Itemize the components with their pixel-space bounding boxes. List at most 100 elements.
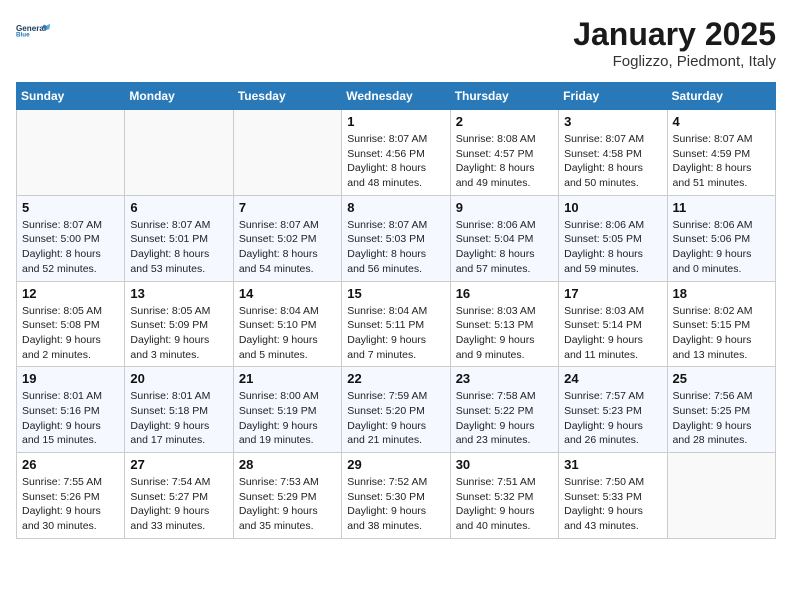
calendar-cell: 26 Sunrise: 7:55 AMSunset: 5:26 PMDayligh… xyxy=(17,453,125,539)
location: Foglizzo, Piedmont, Italy xyxy=(573,53,776,70)
calendar-cell: 17 Sunrise: 8:03 AMSunset: 5:14 PMDayligh… xyxy=(559,281,667,367)
calendar-cell: 20 Sunrise: 8:01 AMSunset: 5:18 PMDayligh… xyxy=(125,367,233,453)
day-number: 12 xyxy=(22,286,119,301)
calendar-cell xyxy=(125,110,233,196)
day-info: Sunrise: 7:57 AMSunset: 5:23 PMDaylight:… xyxy=(564,389,661,448)
calendar-cell: 13Sunrise: 8:05 AMSunset: 5:09 PMDayligh… xyxy=(125,281,233,367)
calendar-cell: 19 Sunrise: 8:01 AMSunset: 5:16 PMDayligh… xyxy=(17,367,125,453)
day-info: Sunrise: 7:53 AMSunset: 5:29 PMDaylight:… xyxy=(239,475,336,534)
day-number: 10 xyxy=(564,200,661,215)
day-info: Sunrise: 7:51 AMSunset: 5:32 PMDaylight:… xyxy=(456,475,553,534)
page-header: General Blue January 2025 Foglizzo, Pied… xyxy=(16,16,776,70)
weekday-header-thursday: Thursday xyxy=(450,83,558,110)
weekday-header-saturday: Saturday xyxy=(667,83,775,110)
day-number: 17 xyxy=(564,286,661,301)
day-number: 20 xyxy=(130,371,227,386)
day-number: 18 xyxy=(673,286,770,301)
calendar-cell: 29 Sunrise: 7:52 AMSunset: 5:30 PMDayligh… xyxy=(342,453,450,539)
day-number: 5 xyxy=(22,200,119,215)
day-number: 1 xyxy=(347,114,444,129)
day-info: Sunrise: 7:52 AMSunset: 5:30 PMDaylight:… xyxy=(347,475,444,534)
day-number: 22 xyxy=(347,371,444,386)
calendar-cell: 28 Sunrise: 7:53 AMSunset: 5:29 PMDayligh… xyxy=(233,453,341,539)
day-info: Sunrise: 8:03 AMSunset: 5:14 PMDaylight:… xyxy=(564,304,661,363)
calendar-cell: 9 Sunrise: 8:06 AMSunset: 5:04 PMDaylight… xyxy=(450,195,558,281)
day-number: 6 xyxy=(130,200,227,215)
calendar-cell: 14Sunrise: 8:04 AMSunset: 5:10 PMDayligh… xyxy=(233,281,341,367)
calendar-cell: 6 Sunrise: 8:07 AMSunset: 5:01 PMDaylight… xyxy=(125,195,233,281)
day-number: 13 xyxy=(130,286,227,301)
day-number: 9 xyxy=(456,200,553,215)
day-number: 8 xyxy=(347,200,444,215)
day-number: 29 xyxy=(347,457,444,472)
weekday-header-tuesday: Tuesday xyxy=(233,83,341,110)
day-number: 30 xyxy=(456,457,553,472)
calendar-cell: 10Sunrise: 8:06 AMSunset: 5:05 PMDayligh… xyxy=(559,195,667,281)
day-info: Sunrise: 8:04 AMSunset: 5:11 PMDaylight:… xyxy=(347,304,444,363)
day-number: 23 xyxy=(456,371,553,386)
svg-text:Blue: Blue xyxy=(16,31,30,38)
calendar-cell: 1 Sunrise: 8:07 AMSunset: 4:56 PMDaylight… xyxy=(342,110,450,196)
day-number: 21 xyxy=(239,371,336,386)
day-info: Sunrise: 7:54 AMSunset: 5:27 PMDaylight:… xyxy=(130,475,227,534)
day-info: Sunrise: 8:07 AMSunset: 4:56 PMDaylight:… xyxy=(347,132,444,191)
calendar-cell: 27 Sunrise: 7:54 AMSunset: 5:27 PMDayligh… xyxy=(125,453,233,539)
day-info: Sunrise: 8:03 AMSunset: 5:13 PMDaylight:… xyxy=(456,304,553,363)
day-info: Sunrise: 8:06 AMSunset: 5:04 PMDaylight:… xyxy=(456,218,553,277)
title-area: January 2025 Foglizzo, Piedmont, Italy xyxy=(573,16,776,70)
calendar-cell: 18 Sunrise: 8:02 AMSunset: 5:15 PMDayligh… xyxy=(667,281,775,367)
day-info: Sunrise: 8:07 AMSunset: 4:58 PMDaylight:… xyxy=(564,132,661,191)
day-info: Sunrise: 8:07 AMSunset: 5:02 PMDaylight:… xyxy=(239,218,336,277)
week-row-1: 1 Sunrise: 8:07 AMSunset: 4:56 PMDaylight… xyxy=(17,110,776,196)
day-info: Sunrise: 8:07 AMSunset: 5:01 PMDaylight:… xyxy=(130,218,227,277)
week-row-3: 12 Sunrise: 8:05 AMSunset: 5:08 PMDayligh… xyxy=(17,281,776,367)
day-info: Sunrise: 8:07 AMSunset: 4:59 PMDaylight:… xyxy=(673,132,770,191)
week-row-5: 26 Sunrise: 7:55 AMSunset: 5:26 PMDayligh… xyxy=(17,453,776,539)
weekday-header-row: SundayMondayTuesdayWednesdayThursdayFrid… xyxy=(17,83,776,110)
day-number: 19 xyxy=(22,371,119,386)
day-info: Sunrise: 8:08 AMSunset: 4:57 PMDaylight:… xyxy=(456,132,553,191)
day-number: 3 xyxy=(564,114,661,129)
weekday-header-friday: Friday xyxy=(559,83,667,110)
day-number: 24 xyxy=(564,371,661,386)
day-info: Sunrise: 7:55 AMSunset: 5:26 PMDaylight:… xyxy=(22,475,119,534)
calendar-cell: 22 Sunrise: 7:59 AMSunset: 5:20 PMDayligh… xyxy=(342,367,450,453)
month-title: January 2025 xyxy=(573,16,776,53)
weekday-header-sunday: Sunday xyxy=(17,83,125,110)
day-number: 31 xyxy=(564,457,661,472)
day-info: Sunrise: 8:05 AMSunset: 5:08 PMDaylight:… xyxy=(22,304,119,363)
calendar-cell: 5Sunrise: 8:07 AMSunset: 5:00 PMDaylight… xyxy=(17,195,125,281)
calendar-cell xyxy=(17,110,125,196)
day-number: 4 xyxy=(673,114,770,129)
day-info: Sunrise: 8:02 AMSunset: 5:15 PMDaylight:… xyxy=(673,304,770,363)
logo-icon: General Blue xyxy=(16,16,52,44)
calendar-cell: 11Sunrise: 8:06 AMSunset: 5:06 PMDayligh… xyxy=(667,195,775,281)
day-info: Sunrise: 8:07 AMSunset: 5:03 PMDaylight:… xyxy=(347,218,444,277)
day-info: Sunrise: 7:58 AMSunset: 5:22 PMDaylight:… xyxy=(456,389,553,448)
calendar-table: SundayMondayTuesdayWednesdayThursdayFrid… xyxy=(16,82,776,539)
calendar-cell: 30 Sunrise: 7:51 AMSunset: 5:32 PMDayligh… xyxy=(450,453,558,539)
calendar-cell: 21 Sunrise: 8:00 AMSunset: 5:19 PMDayligh… xyxy=(233,367,341,453)
calendar-cell: 24 Sunrise: 7:57 AMSunset: 5:23 PMDayligh… xyxy=(559,367,667,453)
logo: General Blue xyxy=(16,16,52,46)
week-row-4: 19 Sunrise: 8:01 AMSunset: 5:16 PMDayligh… xyxy=(17,367,776,453)
day-number: 25 xyxy=(673,371,770,386)
week-row-2: 5Sunrise: 8:07 AMSunset: 5:00 PMDaylight… xyxy=(17,195,776,281)
calendar-cell xyxy=(233,110,341,196)
calendar-cell: 8 Sunrise: 8:07 AMSunset: 5:03 PMDaylight… xyxy=(342,195,450,281)
day-number: 15 xyxy=(347,286,444,301)
day-number: 26 xyxy=(22,457,119,472)
weekday-header-monday: Monday xyxy=(125,83,233,110)
calendar-cell: 12 Sunrise: 8:05 AMSunset: 5:08 PMDayligh… xyxy=(17,281,125,367)
day-number: 2 xyxy=(456,114,553,129)
day-info: Sunrise: 7:50 AMSunset: 5:33 PMDaylight:… xyxy=(564,475,661,534)
day-number: 28 xyxy=(239,457,336,472)
calendar-cell: 3 Sunrise: 8:07 AMSunset: 4:58 PMDaylight… xyxy=(559,110,667,196)
day-number: 16 xyxy=(456,286,553,301)
day-info: Sunrise: 8:06 AMSunset: 5:06 PMDaylight:… xyxy=(673,218,770,277)
day-info: Sunrise: 8:01 AMSunset: 5:16 PMDaylight:… xyxy=(22,389,119,448)
day-info: Sunrise: 8:01 AMSunset: 5:18 PMDaylight:… xyxy=(130,389,227,448)
day-info: Sunrise: 7:59 AMSunset: 5:20 PMDaylight:… xyxy=(347,389,444,448)
day-number: 27 xyxy=(130,457,227,472)
day-info: Sunrise: 8:00 AMSunset: 5:19 PMDaylight:… xyxy=(239,389,336,448)
